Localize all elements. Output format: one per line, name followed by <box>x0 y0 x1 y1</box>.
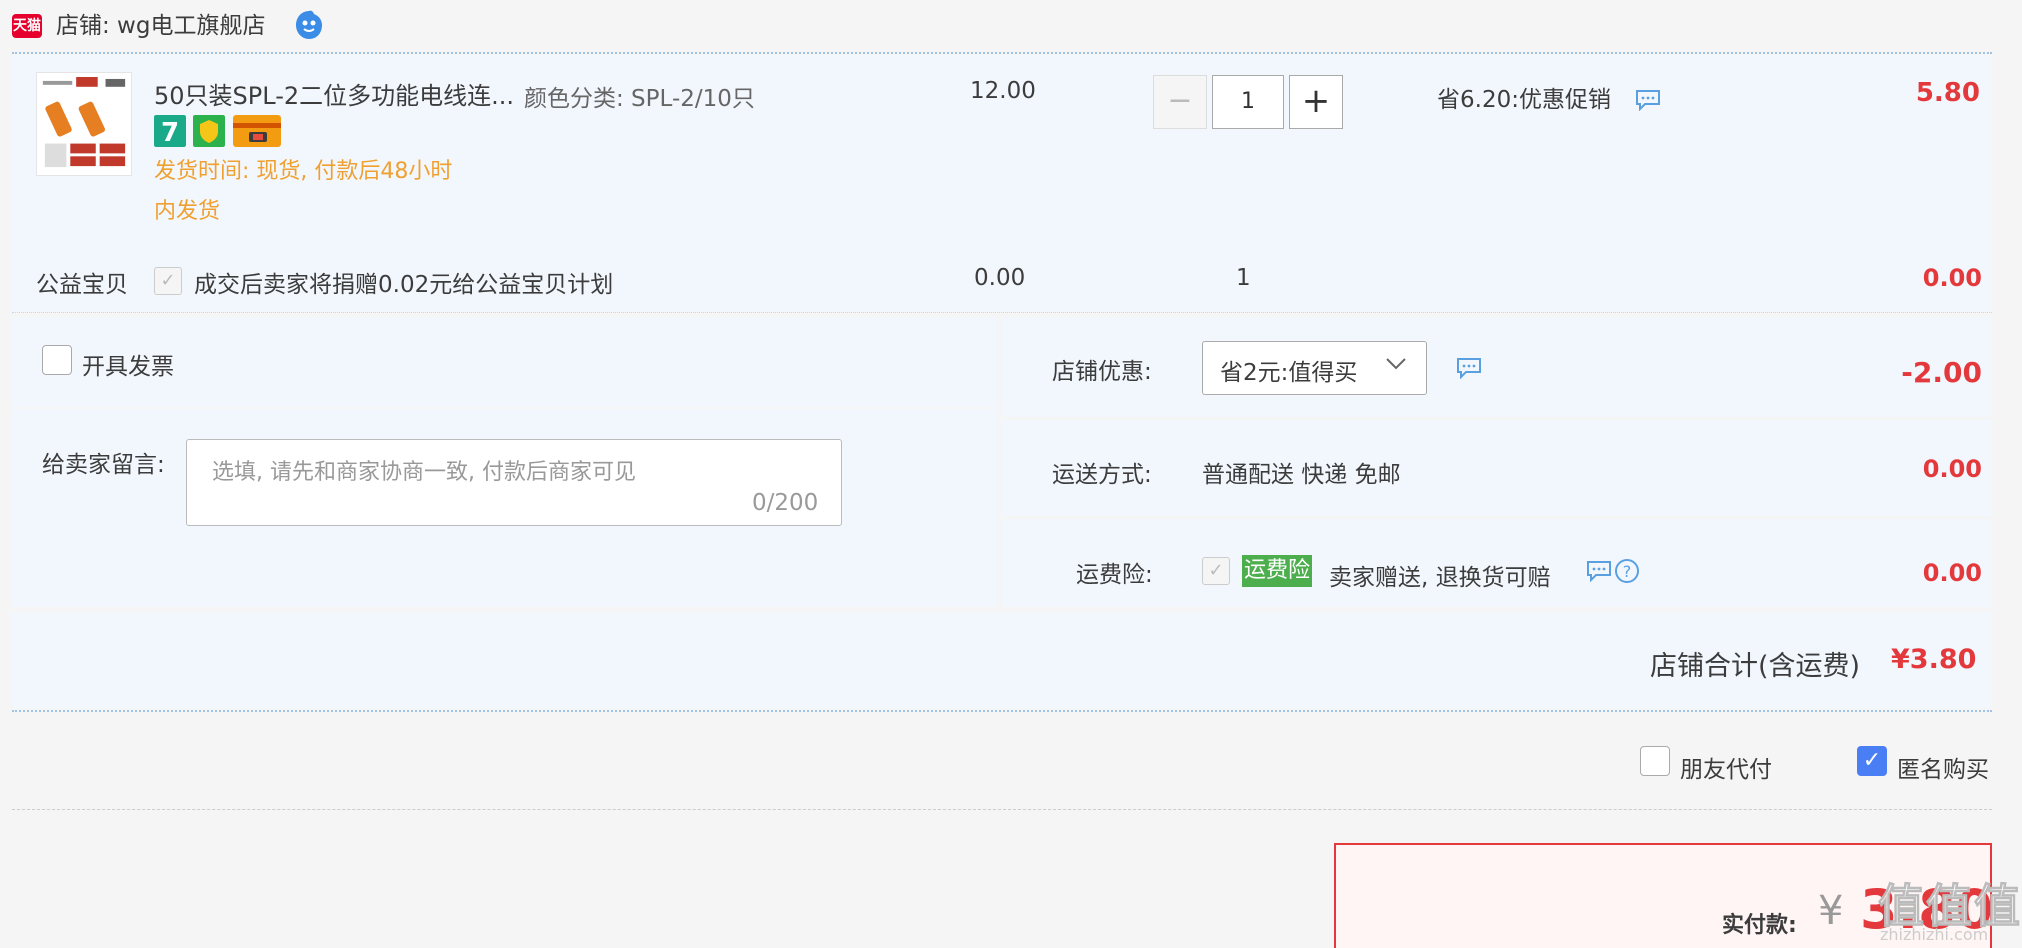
divider <box>12 52 1992 54</box>
divider <box>12 710 1992 712</box>
quantity-decrease-button[interactable]: − <box>1153 75 1207 129</box>
shipping-method: 普通配送 快递 免邮 <box>1202 462 1401 488</box>
shipping-amount: 0.00 <box>1922 455 1982 483</box>
charity-label: 公益宝贝 <box>36 272 128 298</box>
quantity-input[interactable]: 1 <box>1212 75 1284 129</box>
shop-discount-amount: -2.00 <box>1901 356 1982 389</box>
ship-time-info: 发货时间: 现货, 付款后48小时 内发货 <box>154 152 514 232</box>
message-label: 给卖家留言: <box>42 452 165 478</box>
shop-name-link[interactable]: 店铺: wg电工旗舰店 <box>56 8 265 44</box>
item-subtotal: 5.80 <box>1915 78 1980 108</box>
anonymous-checkbox[interactable]: ✓ <box>1857 746 1887 776</box>
card-icon[interactable] <box>233 115 281 147</box>
insurance-tag: 运费险 <box>1242 555 1313 587</box>
unit-price: 12.00 <box>970 78 1036 104</box>
shield-icon[interactable] <box>193 115 225 147</box>
charity-price: 0.00 <box>974 265 1026 291</box>
payment-currency: ¥ <box>1818 888 1844 934</box>
discount-detail-chat-icon[interactable] <box>1456 357 1482 379</box>
friend-pay-label[interactable]: 朋友代付 <box>1680 750 1772 784</box>
svg-text:?: ? <box>1623 562 1632 581</box>
insurance-text: 卖家赠送, 退换货可赔 <box>1329 565 1551 591</box>
charity-text: 成交后卖家将捐赠0.02元给公益宝贝计划 <box>194 272 614 298</box>
tmall-logo: 天猫 <box>12 14 42 38</box>
insurance-label: 运费险: <box>1076 562 1153 588</box>
promotion-info: 省6.20:优惠促销 <box>1437 87 1611 113</box>
7-day-return-icon[interactable]: 7 <box>154 115 186 147</box>
message-placeholder: 选填, 请先和商家协商一致, 付款后商家可见 <box>212 460 636 485</box>
charity-checkbox: ✓ <box>154 267 182 295</box>
charity-quantity: 1 <box>1236 265 1251 291</box>
payment-label: 实付款: <box>1722 913 1797 938</box>
shipping-label: 运送方式: <box>1052 462 1152 488</box>
shop-discount-selected: 省2元:值得买 <box>1220 360 1358 386</box>
divider <box>12 312 1992 313</box>
anonymous-label[interactable]: 匿名购买 <box>1897 750 1989 784</box>
shop-total-label: 店铺合计(含运费) <box>1650 651 1861 682</box>
promo-detail-chat-icon[interactable] <box>1635 89 1661 111</box>
insurance-amount: 0.00 <box>1922 559 1982 587</box>
shop-discount-label: 店铺优惠: <box>1052 359 1152 385</box>
product-title-link[interactable]: 50只装SPL-2二位多功能电线连... <box>154 76 514 111</box>
chevron-down-icon <box>1386 358 1406 370</box>
invoice-label[interactable]: 开具发票 <box>82 347 174 381</box>
friend-pay-checkbox[interactable] <box>1640 746 1670 776</box>
svg-text:7: 7 <box>161 118 179 147</box>
divider <box>12 809 1992 810</box>
watermark-url: zhizhizhi.com <box>1880 925 1989 944</box>
ship-time-line: 发货时间: 现货, 付款后48小时 <box>154 159 453 184</box>
quantity-increase-button[interactable]: + <box>1289 75 1343 129</box>
invoice-checkbox[interactable] <box>42 345 72 375</box>
shop-total-value: ¥3.80 <box>1891 644 1977 675</box>
insurance-checkbox: ✓ <box>1202 557 1230 585</box>
ship-time-line: 内发货 <box>154 199 221 224</box>
help-question-icon[interactable]: ? <box>1614 558 1640 584</box>
insurance-chat-icon[interactable] <box>1586 560 1612 582</box>
charity-amount: 0.00 <box>1922 264 1982 292</box>
product-thumbnail[interactable] <box>36 72 132 176</box>
message-char-count: 0/200 <box>752 490 819 516</box>
product-sku: 颜色分类: SPL-2/10只 <box>524 86 755 112</box>
wangwang-chat-icon[interactable] <box>292 8 326 42</box>
